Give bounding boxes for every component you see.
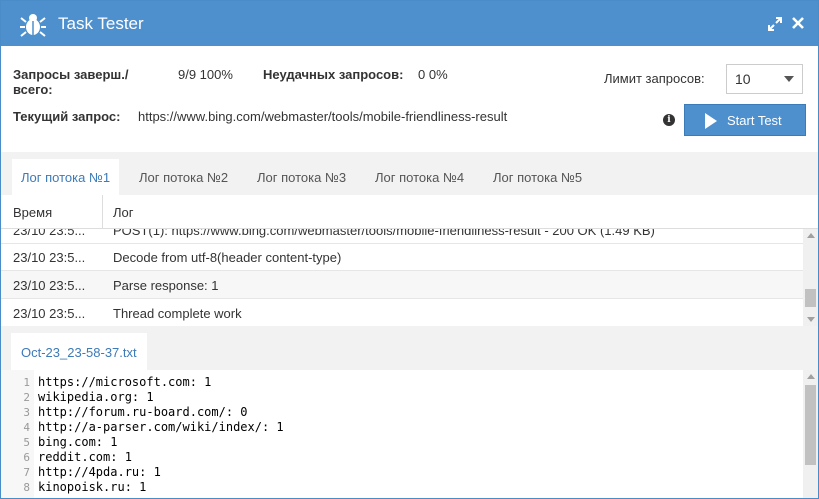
log-message: Thread complete work bbox=[113, 306, 242, 321]
scroll-up-icon[interactable] bbox=[807, 374, 815, 379]
log-table-header: Время Лог bbox=[1, 195, 818, 229]
editor-scrollbar[interactable] bbox=[803, 370, 818, 498]
code-line: 5 bing.com: 1 bbox=[1, 435, 801, 450]
line-number: 3 bbox=[23, 406, 30, 419]
line-number: 2 bbox=[23, 391, 30, 404]
line-text: reddit.com: 1 bbox=[38, 450, 132, 464]
line-text: http://4pda.ru: 1 bbox=[38, 465, 161, 479]
tab-label: Лог потока №5 bbox=[493, 170, 583, 185]
task-tester-window: Task Tester Запросы заверш./ всего: 9/9 … bbox=[0, 0, 819, 499]
completed-value: 9/9 100% bbox=[178, 67, 233, 82]
tab-thread-log-5[interactable]: Лог потока №5 bbox=[484, 159, 591, 195]
table-row[interactable]: 23/10 23:5... Parse response: 1 bbox=[1, 271, 803, 299]
limit-label: Лимит запросов: bbox=[604, 71, 705, 86]
table-row[interactable]: 23/10 23:5... POST(1): https://www.bing.… bbox=[1, 229, 803, 244]
info-icon[interactable]: i bbox=[663, 114, 675, 126]
failed-label: Неудачных запросов: bbox=[263, 67, 404, 82]
tab-label: Лог потока №2 bbox=[139, 170, 229, 185]
title-bar: Task Tester bbox=[1, 1, 818, 46]
maximize-icon[interactable] bbox=[767, 16, 783, 32]
log-message: Decode from utf-8(header content-type) bbox=[113, 250, 342, 265]
completed-label: Запросы заверш./ всего: bbox=[13, 67, 129, 97]
log-message: POST(1): https://www.bing.com/webmaster/… bbox=[113, 229, 655, 238]
line-text: https://microsoft.com: 1 bbox=[38, 375, 212, 389]
tab-result-file[interactable]: Oct-23_23-58-37.txt bbox=[11, 333, 147, 370]
log-scrollbar[interactable] bbox=[803, 229, 818, 326]
play-icon bbox=[705, 113, 717, 129]
line-text: bing.com: 1 bbox=[38, 435, 118, 449]
start-test-button[interactable]: Start Test bbox=[684, 104, 806, 136]
scroll-down-icon[interactable] bbox=[807, 317, 815, 322]
limit-select-value: 10 bbox=[735, 71, 751, 87]
log-table-body[interactable]: 23/10 23:5... POST(1): https://www.bing.… bbox=[1, 229, 803, 326]
current-request-label: Текущий запрос: bbox=[13, 109, 121, 124]
line-number: 1 bbox=[23, 376, 30, 389]
line-text: http://forum.ru-board.com/: 0 bbox=[38, 405, 248, 419]
failed-value: 0 0% bbox=[418, 67, 448, 82]
line-text: http://a-parser.com/wiki/index/: 1 bbox=[38, 420, 284, 434]
stats-panel: Запросы заверш./ всего: 9/9 100% Неудачн… bbox=[1, 46, 818, 152]
file-tabs: Oct-23_23-58-37.txt bbox=[1, 326, 818, 370]
log-time: 23/10 23:5... bbox=[13, 278, 86, 293]
code-line: 3 http://forum.ru-board.com/: 0 bbox=[1, 405, 801, 420]
close-icon[interactable] bbox=[790, 15, 806, 31]
line-number: 7 bbox=[23, 466, 30, 479]
log-time: 23/10 23:5... bbox=[13, 306, 86, 321]
table-row[interactable]: 23/10 23:5... Decode from utf-8(header c… bbox=[1, 243, 803, 271]
code-line: 8 kinopoisk.ru: 1 bbox=[1, 480, 801, 495]
scrollbar-thumb[interactable] bbox=[805, 385, 816, 465]
limit-select[interactable]: 10 bbox=[726, 64, 803, 94]
line-text: kinopoisk.ru: 1 bbox=[38, 480, 147, 494]
tab-thread-log-2[interactable]: Лог потока №2 bbox=[130, 159, 237, 195]
log-message: Parse response: 1 bbox=[113, 278, 219, 293]
bug-icon bbox=[20, 14, 46, 37]
tab-label: Лог потока №4 bbox=[375, 170, 465, 185]
start-test-label: Start Test bbox=[727, 113, 782, 128]
table-row[interactable]: 23/10 23:5... Thread complete work bbox=[1, 299, 803, 326]
code-line: 1 https://microsoft.com: 1 bbox=[1, 375, 801, 390]
log-time: 23/10 23:5... bbox=[13, 229, 86, 238]
line-number: 8 bbox=[23, 481, 30, 494]
scrollbar-thumb[interactable] bbox=[805, 289, 816, 307]
result-file-editor[interactable]: 1 https://microsoft.com: 1 2 wikipedia.org… bbox=[1, 370, 803, 498]
log-time: 23/10 23:5... bbox=[13, 250, 86, 265]
current-request-value: https://www.bing.com/webmaster/tools/mob… bbox=[138, 109, 508, 124]
thread-tabs: Лог потока №1 Лог потока №2 Лог потока №… bbox=[1, 152, 818, 195]
line-number: 4 bbox=[23, 421, 30, 434]
chevron-down-icon bbox=[784, 76, 794, 82]
column-header-log[interactable]: Лог bbox=[113, 205, 134, 220]
line-text: wikipedia.org: 1 bbox=[38, 390, 154, 404]
code-line: 6 reddit.com: 1 bbox=[1, 450, 801, 465]
scroll-up-icon[interactable] bbox=[807, 233, 815, 238]
line-number: 6 bbox=[23, 451, 30, 464]
code-line: 4 http://a-parser.com/wiki/index/: 1 bbox=[1, 420, 801, 435]
column-header-time[interactable]: Время bbox=[13, 205, 52, 220]
tab-label: Лог потока №3 bbox=[257, 170, 347, 185]
tab-thread-log-1[interactable]: Лог потока №1 bbox=[12, 159, 120, 195]
code-line: 2 wikipedia.org: 1 bbox=[1, 390, 801, 405]
line-number: 5 bbox=[23, 436, 30, 449]
window-title: Task Tester bbox=[58, 14, 144, 33]
column-divider[interactable] bbox=[102, 195, 103, 229]
tab-label: Лог потока №1 bbox=[21, 170, 111, 185]
code-line: 7 http://4pda.ru: 1 bbox=[1, 465, 801, 480]
tab-thread-log-4[interactable]: Лог потока №4 bbox=[366, 159, 473, 195]
tab-thread-log-3[interactable]: Лог потока №3 bbox=[248, 159, 355, 195]
file-tab-label: Oct-23_23-58-37.txt bbox=[21, 345, 137, 360]
